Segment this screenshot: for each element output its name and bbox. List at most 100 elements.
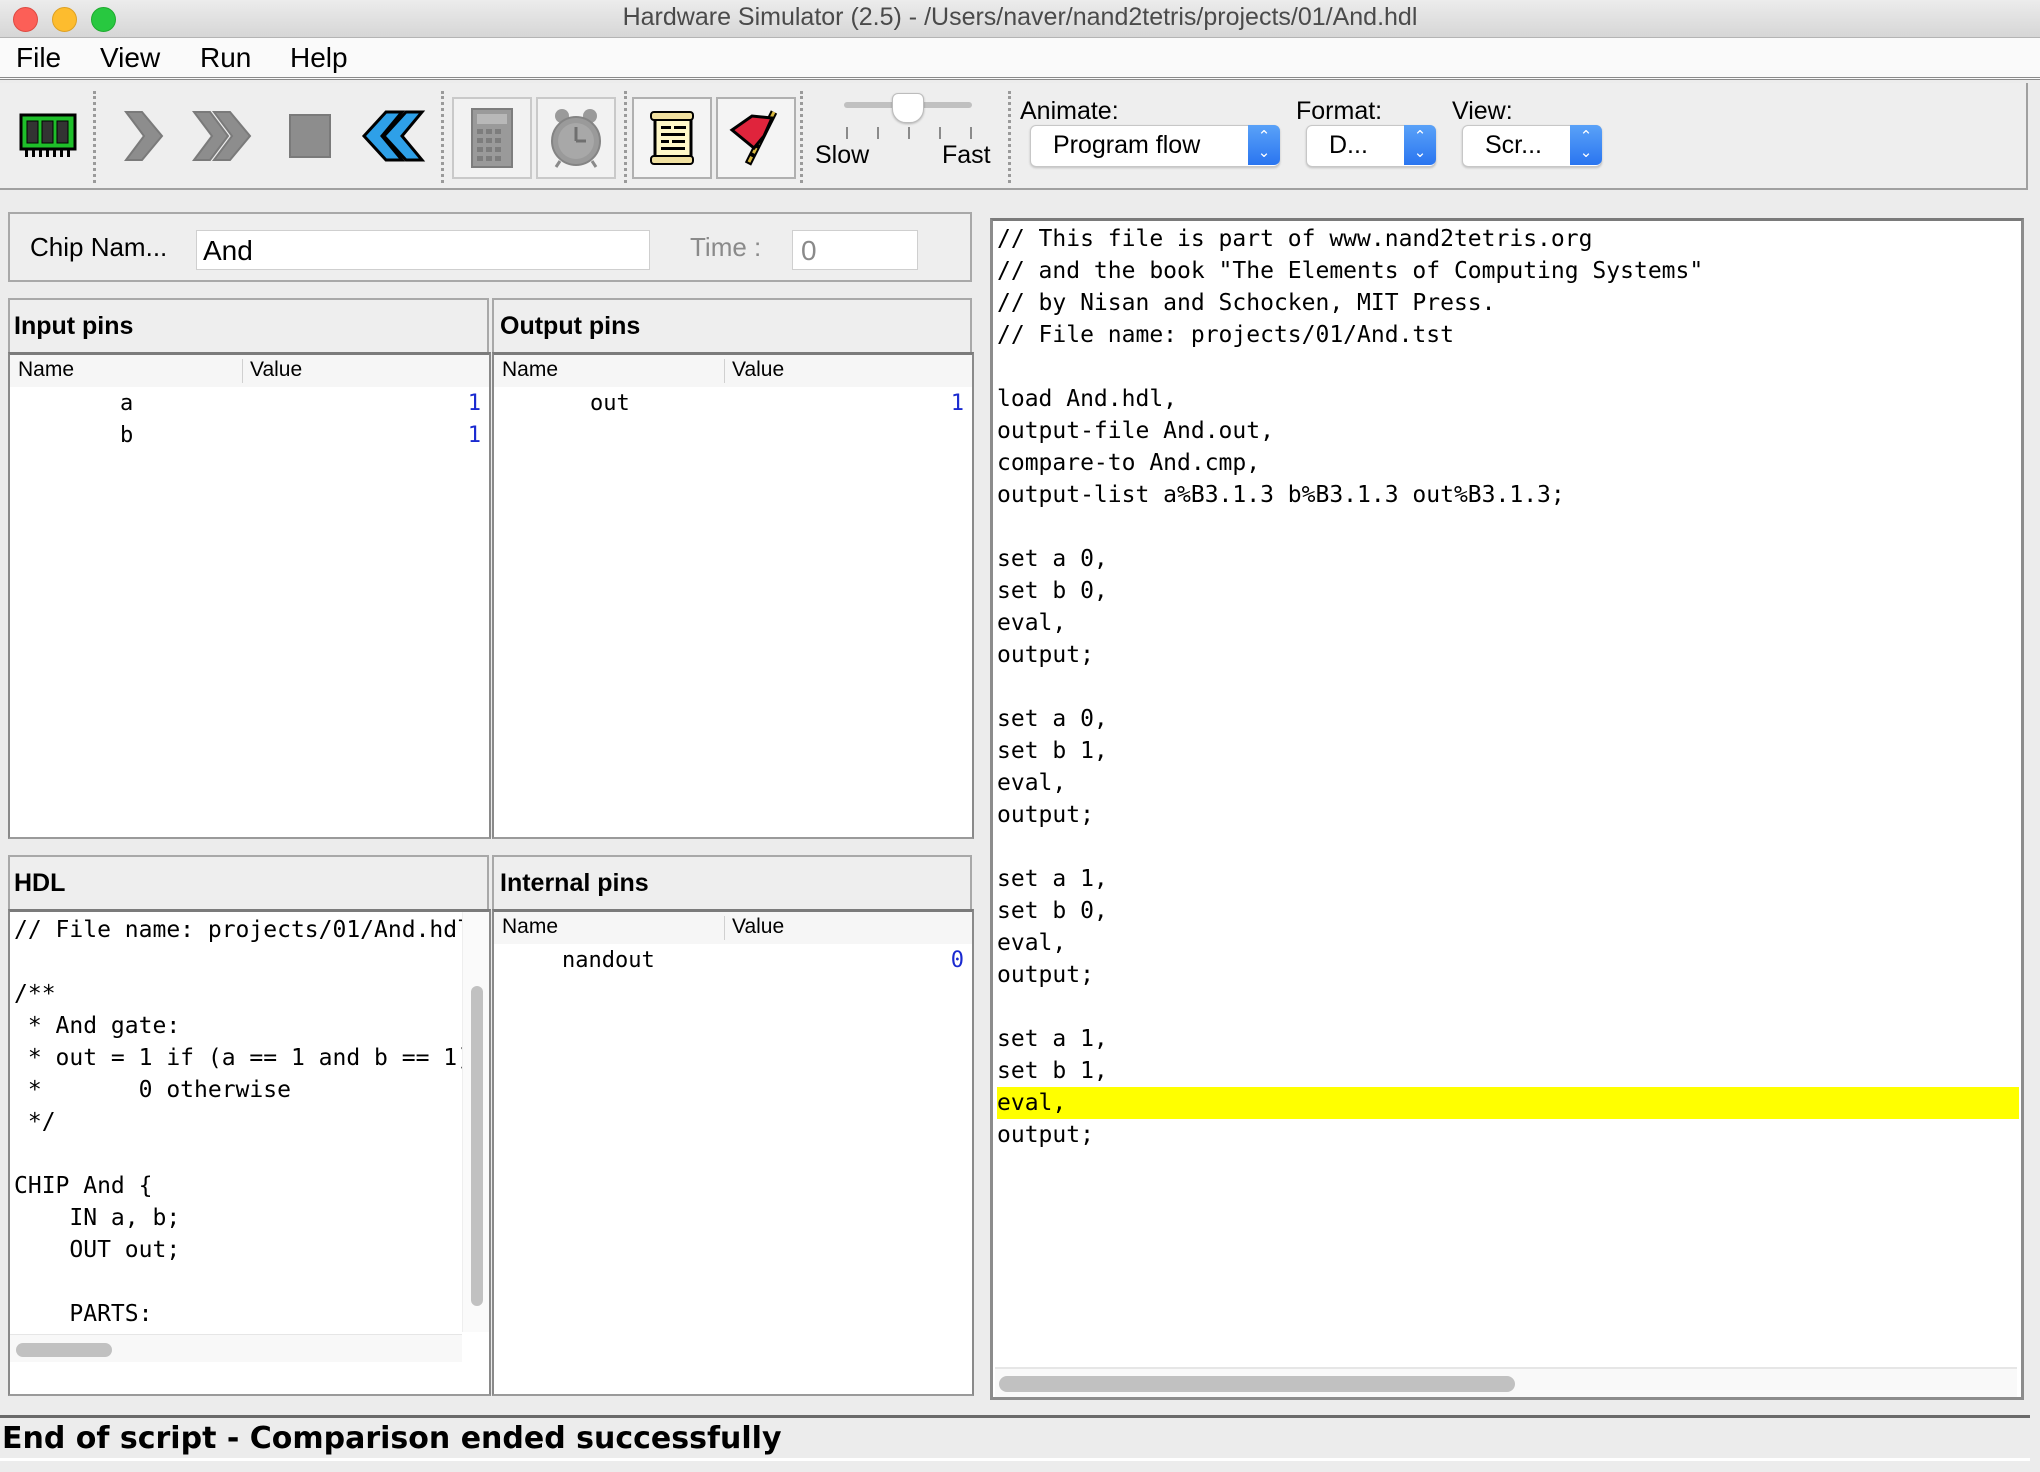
- column-header-name[interactable]: Name: [502, 358, 558, 382]
- table-row[interactable]: a 1: [10, 389, 489, 421]
- output-pins-panel: Output pins Name Value out 1: [492, 298, 974, 839]
- rewind-icon: [361, 110, 426, 162]
- toolbar-separator: [800, 91, 803, 183]
- load-script-button[interactable]: [632, 97, 712, 179]
- horizontal-scrollbar[interactable]: [995, 1367, 2017, 1397]
- code-line: */: [14, 1109, 56, 1135]
- memory-chip-icon: [19, 113, 77, 157]
- slider-tick: [846, 127, 848, 139]
- current-script-line: eval,: [997, 1087, 2019, 1119]
- tick-tock-button[interactable]: [536, 97, 616, 179]
- column-header-name[interactable]: Name: [18, 358, 74, 382]
- status-message: End of script - Comparison ended success…: [2, 1421, 782, 1456]
- select-arrows-icon: ⌃ ⌄: [1248, 125, 1280, 165]
- script-line: [997, 511, 2019, 543]
- script-line: // File name: projects/01/And.tst: [997, 322, 1454, 348]
- script-line: [997, 351, 2019, 383]
- code-line: /**: [14, 981, 56, 1007]
- animate-value: Program flow: [1053, 131, 1201, 159]
- toolbar-separator: [93, 91, 96, 183]
- script-panel[interactable]: // This file is part of www.nand2tetris.…: [990, 218, 2024, 1400]
- reset-button[interactable]: [355, 97, 431, 175]
- hdl-code: // File name: projects/01/And.hdl /** * A…: [14, 914, 464, 1334]
- status-bar: End of script - Comparison ended success…: [0, 1415, 2030, 1461]
- pin-name: nandout: [562, 948, 655, 973]
- horizontal-scrollbar[interactable]: [10, 1334, 462, 1362]
- internal-pins-title: Internal pins: [500, 869, 649, 897]
- script-line: set a 1,: [997, 1026, 1108, 1052]
- code-line: * And gate:: [14, 1013, 181, 1039]
- menu-run[interactable]: Run: [200, 42, 251, 74]
- code-line: IN a, b;: [14, 1205, 181, 1231]
- code-line: OUT out;: [14, 1237, 181, 1263]
- table-row[interactable]: out 1: [494, 389, 972, 421]
- toolbar: Slow Fast Animate: Program flow ⌃ ⌄ Forma…: [0, 83, 2028, 190]
- time-label: Time :: [690, 232, 762, 262]
- clock-icon: [551, 109, 601, 168]
- code-line: // File name: projects/01/And.hdl: [14, 917, 464, 943]
- view-select[interactable]: Scr... ⌃ ⌄: [1462, 125, 1602, 167]
- toolbar-separator: [441, 91, 444, 183]
- script-line: [997, 671, 2019, 703]
- run-button[interactable]: [185, 97, 261, 175]
- menu-help[interactable]: Help: [290, 42, 348, 74]
- script-line: output;: [997, 642, 1094, 668]
- script-line: set b 1,: [997, 1058, 1108, 1084]
- speed-slow-label: Slow: [815, 141, 870, 169]
- speed-slider[interactable]: [840, 93, 980, 143]
- chip-name-field[interactable]: And: [196, 230, 650, 270]
- select-arrows-icon: ⌃ ⌄: [1570, 125, 1602, 165]
- column-header-value[interactable]: Value: [250, 358, 302, 382]
- menu-view[interactable]: View: [100, 42, 160, 74]
- menu-file[interactable]: File: [16, 42, 61, 74]
- hdl-code-view[interactable]: // File name: projects/01/And.hdl /** * A…: [8, 909, 491, 1396]
- code-line: * out = 1 if (a == 1 and b == 1): [14, 1045, 464, 1071]
- table-row[interactable]: b 1: [10, 421, 489, 453]
- scrollbar-thumb[interactable]: [16, 1343, 112, 1357]
- script-line: // by Nisan and Schocken, MIT Press.: [997, 290, 1496, 316]
- speed-fast-label: Fast: [942, 141, 991, 169]
- script-line: set a 0,: [997, 706, 1108, 732]
- stop-button[interactable]: [272, 97, 348, 175]
- script-line: // This file is part of www.nand2tetris.…: [997, 226, 1593, 252]
- code-line: * 0 otherwise: [14, 1077, 291, 1103]
- vertical-scrollbar[interactable]: [462, 912, 489, 1332]
- time-field[interactable]: 0: [792, 230, 918, 270]
- column-header-value[interactable]: Value: [732, 915, 784, 939]
- slider-tick: [970, 127, 972, 139]
- code-line: PARTS:: [14, 1301, 153, 1327]
- script-line: set a 1,: [997, 866, 1108, 892]
- internal-pins-table: Name Value nandout 0: [492, 909, 974, 1396]
- input-pins-title: Input pins: [14, 312, 134, 340]
- view-label: View:: [1452, 97, 1513, 125]
- single-step-button[interactable]: [105, 97, 181, 175]
- table-row[interactable]: nandout 0: [494, 946, 972, 978]
- scrollbar-thumb[interactable]: [999, 1376, 1515, 1392]
- stop-icon: [289, 114, 331, 158]
- pin-value[interactable]: 0: [951, 948, 964, 973]
- breakpoints-button[interactable]: [716, 97, 796, 179]
- script-code: // This file is part of www.nand2tetris.…: [997, 223, 2019, 1363]
- input-pins-table: Name Value a 1 b 1: [8, 352, 491, 839]
- internal-pins-panel: Internal pins Name Value nandout 0: [492, 855, 974, 1396]
- script-line: [997, 831, 2019, 863]
- script-line: load And.hdl,: [997, 386, 1178, 412]
- scrollbar-thumb[interactable]: [471, 986, 483, 1306]
- slider-thumb[interactable]: [892, 93, 924, 123]
- format-select[interactable]: D... ⌃ ⌄: [1306, 125, 1436, 167]
- chip-name-panel: Chip Nam... And Time : 0: [8, 212, 972, 282]
- pin-value[interactable]: 1: [468, 423, 481, 448]
- load-chip-button[interactable]: [10, 97, 86, 175]
- animate-label: Animate:: [1020, 97, 1119, 125]
- output-pins-title: Output pins: [500, 312, 641, 340]
- animate-select[interactable]: Program flow ⌃ ⌄: [1030, 125, 1280, 167]
- pin-value[interactable]: 1: [951, 391, 964, 416]
- script-line: output-file And.out,: [997, 418, 1274, 444]
- column-header-value[interactable]: Value: [732, 358, 784, 382]
- column-header-name[interactable]: Name: [502, 915, 558, 939]
- eval-button[interactable]: [452, 97, 532, 179]
- pin-value[interactable]: 1: [468, 391, 481, 416]
- window-title: Hardware Simulator (2.5) - /Users/naver/…: [622, 3, 1418, 31]
